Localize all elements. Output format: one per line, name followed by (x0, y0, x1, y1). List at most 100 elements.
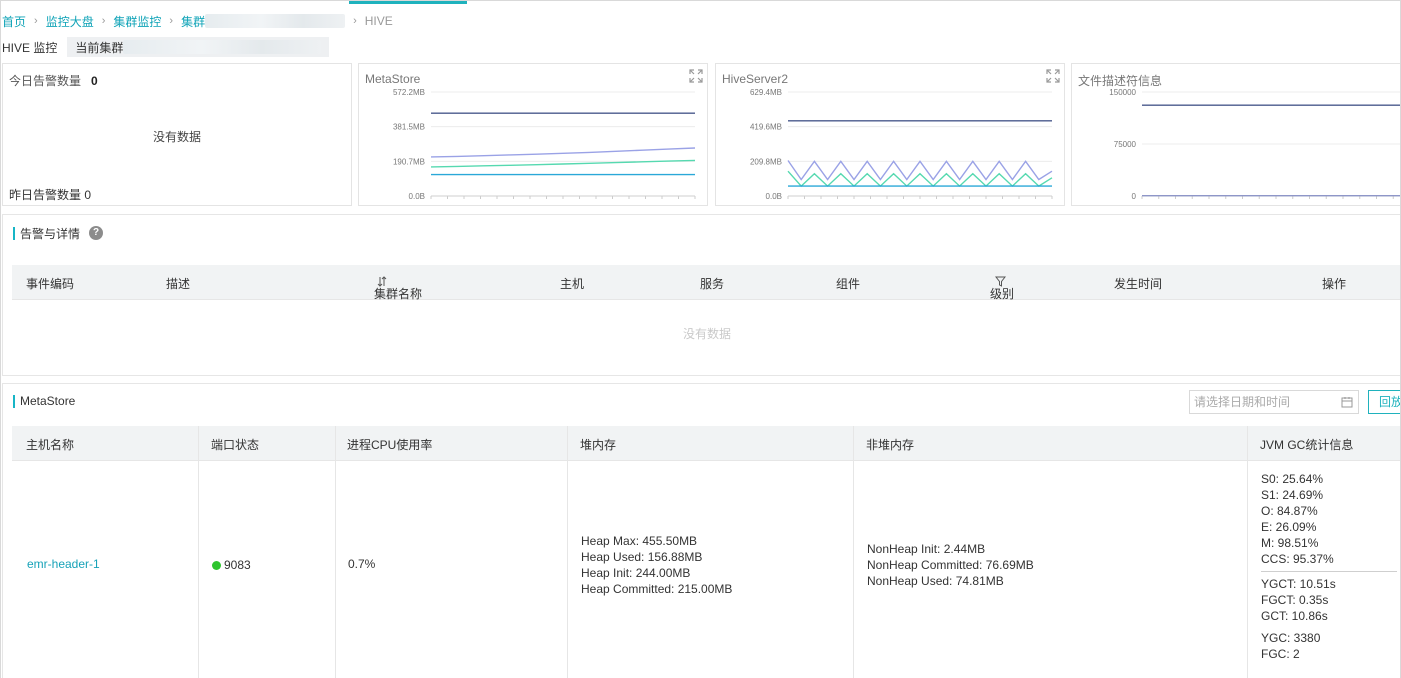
y-tick-label: 629.4MB (750, 88, 782, 97)
alarm-section-header: 告警与详情 ? (13, 225, 104, 241)
nonheap-init: NonHeap Init: 2.44MB (867, 542, 986, 556)
gc-ccs: CCS: 95.37% (1261, 552, 1334, 566)
breadcrumb-cluster-link[interactable]: 集群 (181, 13, 205, 30)
heap-max: Heap Max: 455.50MB (581, 534, 698, 548)
section-accent-bar (13, 226, 15, 240)
series-line-1 (430, 147, 696, 158)
column-component: 组件 (836, 277, 861, 291)
hiveserver2-memory-chart: 629.4MB 419.6MB 209.8MB 0.0B (750, 88, 1053, 201)
column-port-status: 端口状态 (211, 438, 260, 452)
breadcrumb-home-link[interactable]: 首页 (2, 13, 26, 30)
hiveserver2-chart-card: HiveServer2 629.4MB 419.6MB 209.8MB 0.0B (715, 63, 1065, 206)
y-tick-label: 190.7MB (393, 157, 425, 166)
column-level-label: 级别 (990, 287, 1015, 301)
metastore-chart-card: MetaStore 572.2MB 381.5MB 190.7MB 0.0B (358, 63, 708, 206)
y-tick-label: 150000 (1109, 88, 1136, 97)
chart-title: HiveServer2 (722, 72, 789, 86)
expand-icon[interactable] (1046, 69, 1060, 83)
column-cluster-name[interactable]: 集群名称 (374, 275, 422, 301)
column-divider (198, 426, 199, 678)
gc-s1: S1: 24.69% (1261, 488, 1324, 502)
cpu-usage-value: 0.7% (348, 557, 376, 571)
active-tab-indicator (349, 1, 467, 4)
replay-button[interactable]: 回放 (1368, 390, 1400, 414)
breadcrumb: 首页 › 监控大盘 › 集群监控 › 集群 › HIVE (2, 12, 393, 30)
column-actions: 操作 (1322, 277, 1347, 291)
file-descriptor-chart: 150000 75000 0 (1109, 88, 1400, 201)
alarm-table-empty-text: 没有数据 (682, 327, 731, 341)
alarm-section-title: 告警与详情 (20, 226, 81, 241)
series-line-1 (787, 160, 1053, 181)
column-level[interactable]: 级别 (990, 275, 1014, 301)
current-cluster-label: 当前集群 (75, 40, 124, 55)
heap-used: Heap Used: 156.88MB (581, 550, 703, 564)
column-occur-time: 发生时间 (1114, 277, 1163, 291)
page-title: HIVE 监控 (2, 40, 58, 55)
redacted-cluster-name (205, 14, 346, 28)
breadcrumb-cluster-monitor-link[interactable]: 集群监控 (113, 13, 161, 30)
column-event-code: 事件编码 (26, 277, 75, 291)
alarm-count-card: 今日告警数量 0 没有数据 昨日告警数量 0 (2, 63, 352, 206)
breadcrumb-separator: › (353, 15, 357, 27)
heap-init: Heap Init: 244.00MB (581, 566, 691, 580)
column-host: 主机 (560, 277, 585, 291)
y-tick-label: 419.6MB (750, 123, 782, 132)
expand-icon[interactable] (689, 69, 703, 83)
column-service: 服务 (700, 277, 725, 291)
gc-fgc: FGC: 2 (1261, 647, 1300, 661)
datetime-input[interactable] (1190, 391, 1330, 413)
y-tick-label: 0 (1132, 192, 1137, 201)
column-cpu-usage: 进程CPU使用率 (347, 438, 433, 452)
gc-metaspace: M: 98.51% (1261, 536, 1319, 550)
y-tick-label: 75000 (1114, 140, 1137, 149)
column-nonheap-memory: 非堆内存 (866, 438, 915, 452)
y-tick-label: 572.2MB (393, 88, 425, 97)
breadcrumb-separator: › (101, 15, 106, 27)
today-alarm-label: 今日告警数量 (9, 74, 82, 88)
y-tick-label: 0.0B (766, 192, 782, 201)
metastore-panel: MetaStore 回放 主机名称 端口状态 进程CPU使用率 堆内存 非堆内存… (2, 383, 1400, 678)
chart-title: MetaStore (365, 72, 421, 86)
gc-ygc: YGC: 3380 (1261, 631, 1321, 645)
column-jvm-gc: JVM GC统计信息 (1260, 438, 1354, 452)
breadcrumb-current: HIVE (364, 14, 393, 28)
column-divider (853, 426, 854, 678)
gc-divider (1261, 571, 1397, 572)
column-divider (335, 426, 336, 678)
port-status-indicator (212, 561, 221, 570)
current-cluster-badge: 当前集群 (67, 37, 330, 57)
heap-memory-cell: Heap Max: 455.50MB Heap Used: 156.88MB H… (581, 533, 732, 597)
datetime-picker[interactable] (1189, 390, 1359, 414)
nonheap-used: NonHeap Used: 74.81MB (867, 574, 1004, 588)
gc-old: O: 84.87% (1261, 504, 1318, 518)
breadcrumb-dashboard-link[interactable]: 监控大盘 (46, 13, 94, 30)
y-tick-label: 381.5MB (393, 123, 425, 132)
today-alarm-value: 0 (91, 74, 98, 88)
column-divider (567, 426, 568, 678)
breadcrumb-separator: › (34, 15, 38, 27)
heap-committed: Heap Committed: 215.00MB (581, 582, 733, 596)
redacted-cluster-id (123, 40, 322, 54)
y-tick-label: 0.0B (409, 192, 425, 201)
gc-ygct: YGCT: 10.51s (1261, 577, 1336, 591)
calendar-icon[interactable] (1341, 396, 1353, 408)
metastore-table-header: 主机名称 端口状态 进程CPU使用率 堆内存 非堆内存 JVM GC统计信息 (12, 426, 1400, 461)
gc-s0: S0: 25.64% (1261, 472, 1324, 486)
column-divider (1247, 426, 1248, 678)
metastore-memory-chart: 572.2MB 381.5MB 190.7MB 0.0B (393, 88, 696, 201)
section-accent-bar (13, 394, 15, 408)
file-descriptor-chart-card: 文件描述符信息 150000 75000 0 (1071, 63, 1400, 206)
hive-monitor-page: 首页 › 监控大盘 › 集群监控 › 集群 › HIVE HIVE 监控 当前集… (0, 0, 1401, 678)
alarm-no-data-text: 没有数据 (152, 130, 201, 144)
column-heap-memory: 堆内存 (580, 438, 617, 452)
page-header: HIVE 监控 当前集群 (2, 37, 330, 57)
metastore-section-title: MetaStore (20, 394, 76, 408)
alarm-table-header: 事件编码 描述 集群名称 主机 服务 组件 级别 发生时间 操作 (12, 265, 1400, 301)
help-icon[interactable]: ? (89, 226, 104, 240)
port-number: 9083 (224, 558, 251, 572)
gc-fgct: FGCT: 0.35s (1261, 593, 1329, 607)
metastore-section-header: MetaStore (13, 393, 75, 409)
breadcrumb-separator: › (169, 15, 174, 27)
column-host-name: 主机名称 (26, 438, 75, 452)
host-name-link[interactable]: emr-header-1 (27, 556, 100, 572)
